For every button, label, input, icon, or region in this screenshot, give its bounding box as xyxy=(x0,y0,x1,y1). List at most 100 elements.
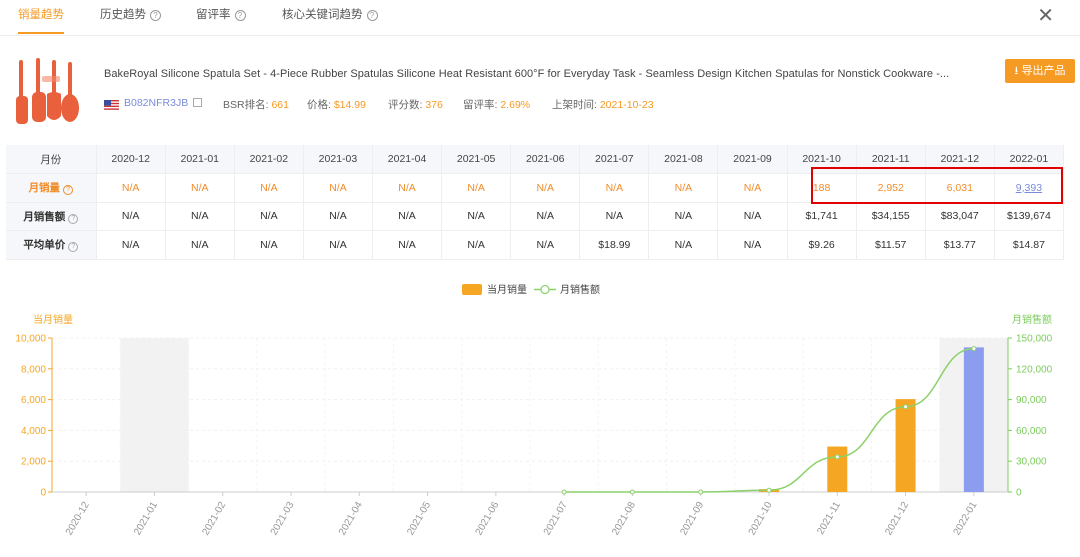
x-tick-label: 2021-01 xyxy=(132,500,160,538)
table-cell: N/A xyxy=(234,173,304,203)
bar-monthly-sales xyxy=(895,399,916,492)
x-tick-label: 2021-03 xyxy=(269,500,297,538)
bsr-rank: BSR排名: 661 xyxy=(223,97,289,112)
table-cell: $83,047 xyxy=(925,202,995,231)
tab-label: 留评率 xyxy=(196,9,231,21)
y-tick-label-right: 90,000 xyxy=(1016,395,1047,406)
price-label: 价格: xyxy=(307,99,331,111)
table-cell: N/A xyxy=(96,173,166,203)
rating-count: 评分数: 376 xyxy=(388,97,443,112)
x-tick-label: 2021-12 xyxy=(883,500,911,538)
y-tick-label-left: 8,000 xyxy=(21,364,46,375)
bar-monthly-sales xyxy=(963,347,984,492)
month-header-cell: 2021-07 xyxy=(579,145,650,174)
table-cell: N/A xyxy=(648,202,719,231)
rating-value: 376 xyxy=(425,99,443,111)
help-icon[interactable]: ? xyxy=(68,213,79,224)
y-tick-label-right: 0 xyxy=(1016,488,1022,499)
x-tick-label: 2021-05 xyxy=(405,500,433,538)
export-product-button[interactable]: ⭳ 导出产品 xyxy=(1005,59,1075,83)
help-icon[interactable]: ? xyxy=(63,185,74,196)
table-cell: N/A xyxy=(234,230,304,260)
table-cell: N/A xyxy=(372,202,443,231)
price: 价格: $14.99 xyxy=(307,97,366,112)
table-cell: $14.87 xyxy=(994,230,1065,260)
table-cell: N/A xyxy=(96,230,166,260)
help-icon: ? xyxy=(150,10,161,21)
export-label: 导出产品 xyxy=(1021,65,1066,77)
table-cell: N/A xyxy=(510,230,581,260)
table-cell: N/A xyxy=(717,202,788,231)
table-cell: $18.99 xyxy=(579,230,650,260)
download-icon: ⭳ xyxy=(1014,65,1019,77)
table-row: 平均单价? N/A N/A N/A N/A N/A N/A N/A $18.99 N/A N/A $… xyxy=(6,230,1065,260)
table-cell: N/A xyxy=(372,230,443,260)
tab-core-keywords[interactable]: 核心关键词趋势? xyxy=(282,0,378,34)
month-header-cell: 2020-12 xyxy=(96,145,166,174)
row-label-monthly-sales: 月销量? xyxy=(6,173,97,203)
table-cell: N/A xyxy=(579,173,650,203)
x-tick-label: 2020-12 xyxy=(64,500,92,538)
rating-label: 评分数: xyxy=(388,99,423,111)
help-icon: ? xyxy=(366,10,378,21)
x-tick-label: 2021-04 xyxy=(337,500,365,538)
external-link-icon[interactable] xyxy=(193,98,203,107)
x-tick-label: 2021-07 xyxy=(542,500,570,538)
line-point xyxy=(766,487,772,493)
x-tick-label: 2021-11 xyxy=(815,500,843,537)
x-tick-label: 2021-10 xyxy=(747,500,775,538)
table-row: 月销售额? N/A N/A N/A N/A N/A N/A N/A N/A N/A N/A $1,7… xyxy=(6,202,1065,231)
table-cell: $13.77 xyxy=(925,230,995,260)
month-header-cell: 2021-08 xyxy=(648,145,719,174)
table-cell: $139,674 xyxy=(994,202,1065,231)
tab-label: 销量趋势 xyxy=(18,9,64,21)
month-header-cell: 2021-02 xyxy=(234,145,304,174)
y-tick-label-left: 4,000 xyxy=(21,426,46,437)
tab-label: 历史趋势 xyxy=(100,9,146,21)
close-icon[interactable]: ✕ xyxy=(1037,5,1054,25)
row-label: 平均单价 xyxy=(23,239,66,252)
line-point xyxy=(903,404,909,410)
bsr-value: 661 xyxy=(271,99,289,111)
legend-swatch-bar xyxy=(462,284,482,295)
month-header-cell: 2021-06 xyxy=(510,145,581,174)
x-tick-label: 2021-08 xyxy=(610,500,638,538)
row-label: 月销售额 xyxy=(23,210,66,223)
x-tick-label: 2021-06 xyxy=(474,500,502,538)
line-point xyxy=(561,489,567,495)
y-axis-title-right: 月销售额 xyxy=(1012,313,1052,326)
tab-history-trend[interactable]: 历史趋势? xyxy=(100,0,161,34)
sales-trend-chart: 0 2,000 4,000 6,000 8,000 10,000 0 30,000 60,000… xyxy=(15,283,1053,538)
product-thumbnail[interactable] xyxy=(14,56,84,130)
month-header-cell: 2021-04 xyxy=(372,145,443,174)
table-cell: $9.26 xyxy=(787,230,857,260)
highlight-box xyxy=(811,167,1063,204)
table-cell: N/A xyxy=(648,173,719,203)
tab-review-rate[interactable]: 留评率? xyxy=(196,0,246,34)
table-cell: N/A xyxy=(510,202,581,231)
row-label-monthly-revenue: 月销售额? xyxy=(6,202,97,231)
y-tick-label-right: 150,000 xyxy=(1016,334,1053,345)
tab-sales-trend[interactable]: 销量趋势 xyxy=(18,0,64,34)
y-tick-label-right: 60,000 xyxy=(1016,426,1047,437)
help-icon[interactable]: ? xyxy=(68,242,79,253)
row-label: 月销量 xyxy=(28,182,61,195)
bar-monthly-sales xyxy=(827,446,848,492)
table-cell: N/A xyxy=(510,173,581,203)
table-cell: N/A xyxy=(165,230,235,260)
y-tick-label-right: 120,000 xyxy=(1016,364,1053,375)
product-title[interactable]: BakeRoyal Silicone Spatula Set - 4-Piece… xyxy=(104,68,994,80)
row-label-avg-price: 平均单价? xyxy=(6,230,97,260)
month-header-cell: 2021-03 xyxy=(303,145,374,174)
asin-value: B082NFR3JB xyxy=(124,97,189,109)
table-cell: N/A xyxy=(648,230,719,260)
y-tick-label-left: 0 xyxy=(40,488,46,499)
table-cell: N/A xyxy=(441,202,512,231)
table-cell: N/A xyxy=(165,202,235,231)
table-cell: N/A xyxy=(372,173,443,203)
line-point xyxy=(971,346,977,352)
tab-bar: 销量趋势 历史趋势? 留评率? 核心关键词趋势? ✕ xyxy=(0,0,1080,36)
month-header: 月份 xyxy=(6,145,97,174)
asin-link[interactable]: B082NFR3JB xyxy=(124,97,203,109)
y-axis-title-left: 当月销量 xyxy=(33,313,73,326)
